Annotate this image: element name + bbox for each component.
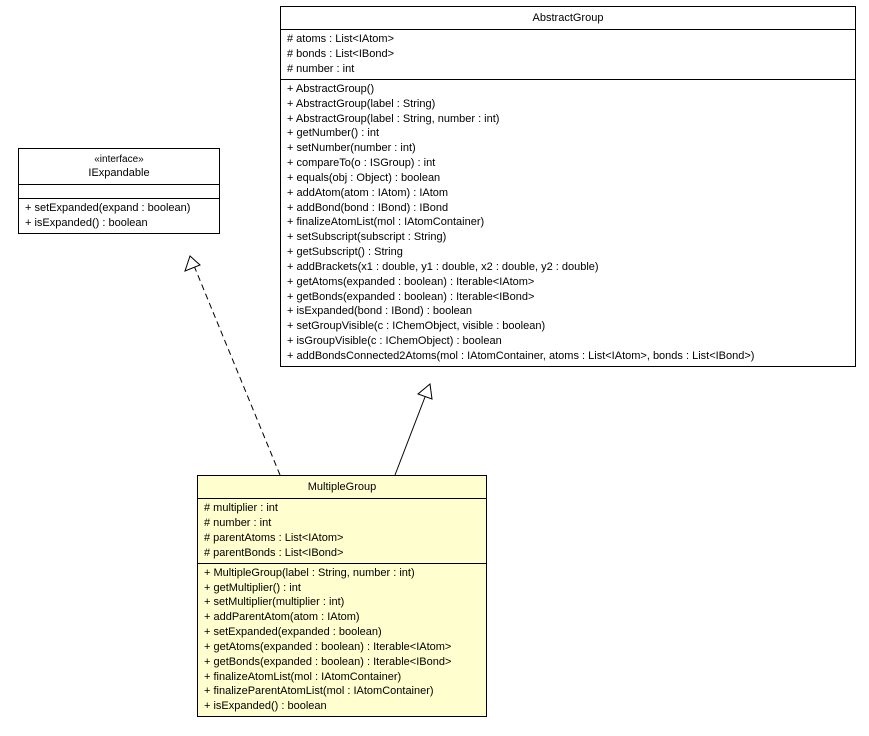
- class-multiplegroup: MultipleGroup # multiplier : int # numbe…: [197, 475, 487, 717]
- method-row: + compareTo(o : ISGroup) : int: [287, 156, 849, 171]
- attribute-row: # bonds : List<IBond>: [287, 47, 849, 62]
- method-row: + isExpanded() : boolean: [204, 699, 480, 714]
- realization-arrowhead: [185, 256, 200, 271]
- method-row: + getBonds(expanded : boolean) : Iterabl…: [204, 655, 480, 670]
- generalization-arrowhead: [418, 384, 432, 399]
- method-row: + isGroupVisible(c : IChemObject) : bool…: [287, 334, 849, 349]
- attribute-row: # multiplier : int: [204, 501, 480, 516]
- generalization-line: [395, 384, 430, 475]
- methods-section: + AbstractGroup() + AbstractGroup(label …: [281, 80, 855, 366]
- method-row: + finalizeParentAtomList(mol : IAtomCont…: [204, 684, 480, 699]
- realization-line: [190, 256, 280, 475]
- attribute-row: # atoms : List<IAtom>: [287, 32, 849, 47]
- attribute-row: # parentAtoms : List<IAtom>: [204, 531, 480, 546]
- method-row: + getNumber() : int: [287, 126, 849, 141]
- method-row: + getSubscript() : String: [287, 245, 849, 260]
- method-row: + isExpanded(bond : IBond) : boolean: [287, 304, 849, 319]
- method-row: + isExpanded() : boolean: [25, 216, 213, 231]
- method-row: + setExpanded(expand : boolean): [25, 201, 213, 216]
- method-row: + setNumber(number : int): [287, 141, 849, 156]
- attributes-section: # multiplier : int # number : int # pare…: [198, 499, 486, 563]
- method-row: + AbstractGroup(label : String, number :…: [287, 112, 849, 127]
- method-row: + setMultiplier(multiplier : int): [204, 595, 480, 610]
- method-row: + AbstractGroup(): [287, 82, 849, 97]
- method-row: + AbstractGroup(label : String): [287, 97, 849, 112]
- attribute-row: # number : int: [204, 516, 480, 531]
- attributes-section: # atoms : List<IAtom> # bonds : List<IBo…: [281, 30, 855, 80]
- class-abstractgroup: AbstractGroup # atoms : List<IAtom> # bo…: [280, 6, 856, 367]
- method-row: + finalizeAtomList(mol : IAtomContainer): [204, 670, 480, 685]
- class-name: AbstractGroup: [289, 11, 847, 25]
- class-name: MultipleGroup: [206, 480, 478, 494]
- class-title: «interface» IExpandable: [19, 149, 219, 185]
- method-row: + setGroupVisible(c : IChemObject, visib…: [287, 319, 849, 334]
- method-row: + addBond(bond : IBond) : IBond: [287, 201, 849, 216]
- attribute-row: # number : int: [287, 62, 849, 77]
- method-row: + addParentAtom(atom : IAtom): [204, 610, 480, 625]
- method-row: + finalizeAtomList(mol : IAtomContainer): [287, 215, 849, 230]
- class-title: MultipleGroup: [198, 476, 486, 499]
- methods-section: + MultipleGroup(label : String, number :…: [198, 564, 486, 716]
- method-row: + addBrackets(x1 : double, y1 : double, …: [287, 260, 849, 275]
- class-name: IExpandable: [27, 166, 211, 180]
- method-row: + setExpanded(expanded : boolean): [204, 625, 480, 640]
- method-row: + equals(obj : Object) : boolean: [287, 171, 849, 186]
- method-row: + getAtoms(expanded : boolean) : Iterabl…: [287, 275, 849, 290]
- method-row: + addBondsConnected2Atoms(mol : IAtomCon…: [287, 349, 849, 364]
- stereotype-label: «interface»: [27, 153, 211, 166]
- method-row: + getAtoms(expanded : boolean) : Iterabl…: [204, 640, 480, 655]
- method-row: + setSubscript(subscript : String): [287, 230, 849, 245]
- method-row: + MultipleGroup(label : String, number :…: [204, 566, 480, 581]
- method-row: + getBonds(expanded : boolean) : Iterabl…: [287, 290, 849, 305]
- class-title: AbstractGroup: [281, 7, 855, 30]
- methods-section: + setExpanded(expand : boolean) + isExpa…: [19, 199, 219, 233]
- method-row: + addAtom(atom : IAtom) : IAtom: [287, 186, 849, 201]
- attribute-row: # parentBonds : List<IBond>: [204, 546, 480, 561]
- attributes-section: [19, 185, 219, 199]
- method-row: + getMultiplier() : int: [204, 581, 480, 596]
- class-iexpandable: «interface» IExpandable + setExpanded(ex…: [18, 148, 220, 234]
